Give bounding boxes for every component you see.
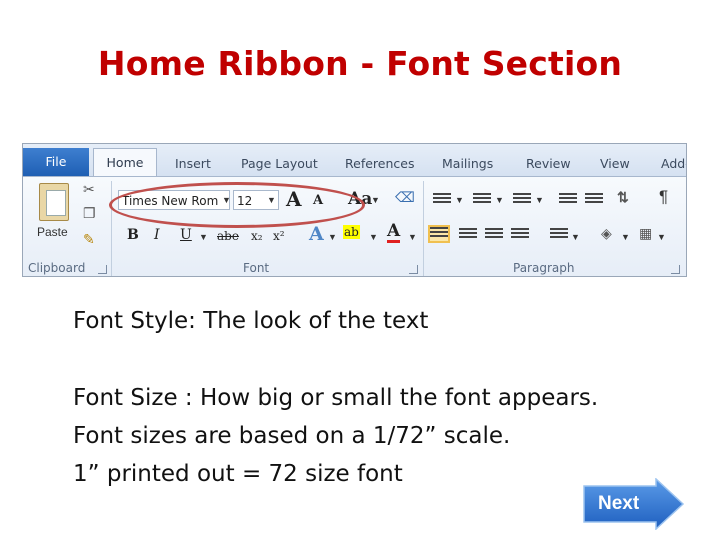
borders-icon[interactable]: ▦ [639, 225, 652, 242]
paste-icon[interactable] [39, 183, 69, 221]
text-effects-dropdown-icon[interactable]: ▼ [328, 232, 337, 242]
paragraph-launcher-icon[interactable] [671, 265, 680, 274]
tab-mailings[interactable]: Mailings [442, 156, 493, 171]
line-spacing-dropdown-icon[interactable]: ▼ [571, 232, 580, 242]
font-size-definition: Font Size : How big or small the font ap… [73, 385, 599, 411]
decrease-indent-icon[interactable] [559, 193, 577, 207]
numbering-icon[interactable] [473, 193, 491, 207]
clear-formatting-icon[interactable]: ⌫ [395, 189, 415, 206]
sort-icon[interactable]: ⇅ [617, 189, 629, 206]
font-color-dropdown-icon[interactable]: ▼ [408, 232, 417, 242]
tab-view[interactable]: View [600, 156, 630, 171]
tab-insert[interactable]: Insert [175, 156, 211, 171]
bold-icon[interactable]: B [127, 227, 139, 243]
group-divider [423, 181, 424, 276]
ribbon-tab-bar: File Home Insert Page Layout References … [23, 144, 686, 178]
multilevel-list-icon[interactable] [513, 193, 531, 207]
italic-icon[interactable]: I [154, 227, 160, 243]
tab-addins[interactable]: Add- [661, 156, 686, 171]
ribbon-body: Paste ✂ ❐ ✎ Clipboard Times New Rom ▼ 12… [23, 176, 686, 276]
align-center-icon[interactable] [459, 228, 477, 242]
highlight-icon[interactable]: ab [343, 225, 360, 239]
copy-icon[interactable]: ❐ [83, 205, 96, 222]
printed-size-note: 1” printed out = 72 size font [73, 461, 403, 487]
paragraph-group-label: Paragraph [513, 261, 575, 275]
next-button[interactable]: Next [582, 477, 686, 531]
ribbon-screenshot: File Home Insert Page Layout References … [22, 143, 687, 277]
underline-icon[interactable]: U [180, 227, 192, 243]
clipboard-launcher-icon[interactable] [98, 265, 107, 274]
show-formatting-icon[interactable]: ¶ [659, 187, 668, 207]
highlight-dropdown-icon[interactable]: ▼ [369, 232, 378, 242]
slide-title: Home Ribbon - Font Section [97, 44, 623, 83]
multilevel-dropdown-icon[interactable]: ▼ [535, 195, 544, 205]
font-group-label: Font [243, 261, 270, 275]
strikethrough-icon[interactable]: abe [217, 229, 239, 243]
underline-dropdown-icon[interactable]: ▼ [199, 232, 208, 242]
increase-indent-icon[interactable] [585, 193, 603, 207]
superscript-icon[interactable]: x² [273, 229, 285, 243]
font-highlight-ellipse [109, 182, 365, 228]
font-style-definition: Font Style: The look of the text [73, 308, 429, 334]
next-label: Next [598, 493, 640, 514]
numbering-dropdown-icon[interactable]: ▼ [495, 195, 504, 205]
align-right-icon[interactable] [485, 228, 503, 242]
justify-icon[interactable] [511, 228, 529, 242]
change-case-dropdown-icon[interactable]: ▼ [371, 195, 380, 205]
text-effects-icon[interactable]: A [309, 223, 324, 245]
tab-page-layout[interactable]: Page Layout [241, 156, 318, 171]
group-divider [111, 181, 112, 276]
shading-icon[interactable]: ◈ [601, 225, 612, 242]
font-size-scale-note: Font sizes are based on a 1/72” scale. [73, 423, 511, 449]
paste-label[interactable]: Paste [37, 225, 68, 239]
font-launcher-icon[interactable] [409, 265, 418, 274]
tab-home[interactable]: Home [93, 148, 157, 178]
subscript-icon[interactable]: x₂ [251, 229, 263, 243]
cut-icon[interactable]: ✂ [83, 181, 95, 198]
line-spacing-icon[interactable] [550, 228, 568, 242]
tab-references[interactable]: References [345, 156, 414, 171]
clipboard-group-label: Clipboard [28, 261, 86, 275]
format-painter-icon[interactable]: ✎ [83, 231, 95, 248]
align-left-icon[interactable] [428, 225, 450, 243]
shading-dropdown-icon[interactable]: ▼ [621, 232, 630, 242]
borders-dropdown-icon[interactable]: ▼ [657, 232, 666, 242]
tab-review[interactable]: Review [526, 156, 571, 171]
bullets-icon[interactable] [433, 193, 451, 207]
bullets-dropdown-icon[interactable]: ▼ [455, 195, 464, 205]
tab-file[interactable]: File [23, 148, 89, 176]
font-color-icon[interactable]: A [387, 223, 401, 243]
